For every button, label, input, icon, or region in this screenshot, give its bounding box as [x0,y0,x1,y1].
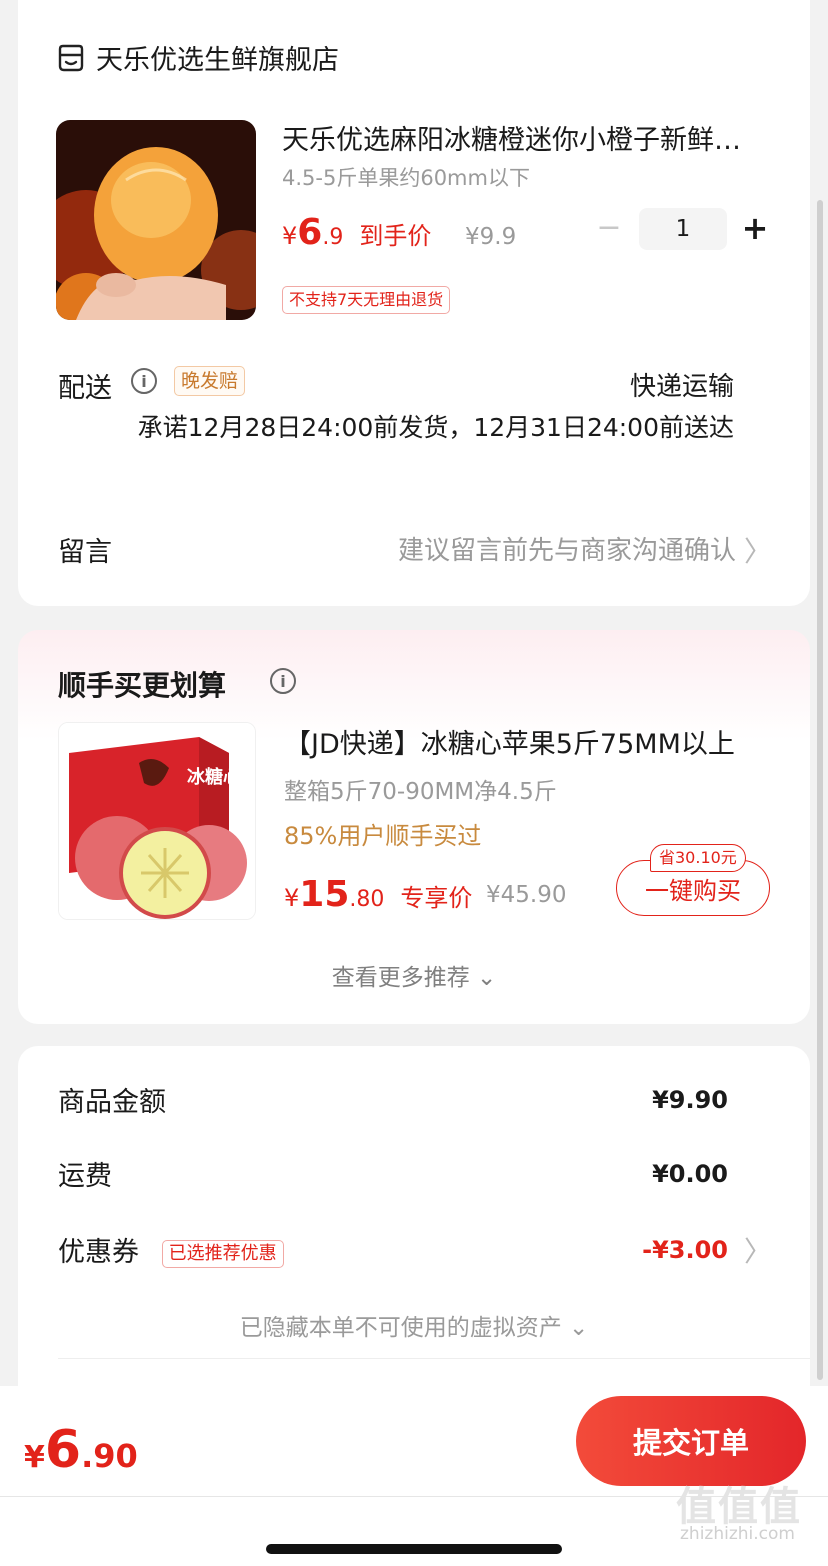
scrollbar[interactable] [817,200,823,1380]
order-card: 天乐优选生鲜旗舰店 天乐优选麻阳冰糖橙迷你小橙子新鲜水果 4.5-5斤单果约60… [18,0,810,606]
watermark-url: zhizhizhi.com [680,1524,795,1544]
coupon-row[interactable]: 优惠券 已选推荐优惠 -¥3.00 [58,1230,728,1269]
divider [58,1358,810,1359]
quantity-plus-button[interactable]: + [740,209,770,247]
price-currency: ¥ [282,222,298,250]
recommend-image[interactable]: 冰糖心 [58,722,256,920]
price-integer: 15 [299,874,350,915]
price-label: 到手价 [359,222,432,250]
submit-order-button[interactable]: 提交订单 [576,1396,806,1486]
recommend-card: 顺手买更划算 i 冰糖心 【JD快递】冰糖心苹果5斤75MM以上 整箱5斤70-… [18,630,810,1024]
total-price: ¥ 6 .90 [24,1420,138,1480]
delivery-method[interactable]: 快递运输 [630,366,734,403]
info-icon[interactable]: i [270,668,296,694]
message-label: 留言 [58,537,112,568]
coupon-tag: 已选推荐优惠 [161,1239,284,1268]
total-decimal: .90 [81,1437,138,1475]
summary-card: 商品金额 ¥9.90 运费 ¥0.00 优惠券 已选推荐优惠 -¥3.00 〉 … [18,1046,810,1406]
late-compensation-tag: 晚发赔 [174,366,246,396]
shipping-row: 运费 ¥0.00 [58,1154,728,1193]
store-icon [58,44,84,71]
quantity-input[interactable]: 1 [639,208,727,250]
goods-amount-row: 商品金额 ¥9.90 [58,1080,728,1119]
total-currency: ¥ [24,1440,45,1475]
recommend-title: 顺手买更划算 [58,669,227,702]
price-decimal: .9 [322,225,344,250]
shipping-value: ¥0.00 [652,1159,728,1188]
more-recommendations-link[interactable]: 查看更多推荐 ⌄ [18,958,810,992]
recommend-name[interactable]: 【JD快递】冰糖心苹果5斤75MM以上 [284,722,764,761]
original-price: ¥45.90 [486,882,567,908]
store-name[interactable]: 天乐优选生鲜旗舰店 [96,38,339,77]
price-currency: ¥ [284,884,300,912]
no-return-tag: 不支持7天无理由退货 [282,286,451,314]
shipping-label: 运费 [58,1161,112,1192]
product-spec[interactable]: 4.5-5斤单果约60mm以下 [282,162,530,192]
coupon-value[interactable]: -¥3.00 [642,1236,728,1264]
product-image[interactable] [56,120,256,320]
save-badge: 省30.10元 [650,844,746,872]
chevron-right-icon: 〉 [743,535,772,568]
product-price: ¥ 6 .9 到手价 [282,212,431,253]
bottom-bar: ¥ 6 .90 提交订单 值值值 zhizhizhi.com [0,1386,828,1566]
price-label: 专享价 [400,884,473,912]
store-header[interactable]: 天乐优选生鲜旗舰店 [56,38,339,77]
total-integer: 6 [44,1420,82,1480]
coupon-label: 优惠券 [58,1237,139,1268]
quantity-minus-button[interactable]: − [594,210,624,245]
price-integer: 6 [297,212,323,253]
hidden-assets-toggle[interactable]: 已隐藏本单不可使用的虚拟资产 ⌄ [18,1308,810,1342]
message-input[interactable]: 建议留言前先与商家沟通确认 [398,530,736,567]
info-icon[interactable]: i [131,368,157,394]
price-decimal: .80 [349,887,385,912]
recommend-spec: 整箱5斤70-90MM净4.5斤 [284,779,557,805]
coupon-label-group: 优惠券 已选推荐优惠 [58,1230,284,1269]
delivery-label: 配送 [58,373,112,404]
recommend-stat: 85%用户顺手买过 [284,822,482,850]
recommend-price: ¥ 15 .80 专享价 [284,874,472,915]
home-indicator [266,1544,562,1554]
goods-amount-label: 商品金额 [58,1087,166,1118]
box-text: 冰糖心 [187,766,241,788]
original-price: ¥9.9 [465,224,517,250]
chevron-right-icon: 〉 [743,1235,772,1268]
product-title[interactable]: 天乐优选麻阳冰糖橙迷你小橙子新鲜水果 [282,118,762,157]
goods-amount-value: ¥9.90 [652,1085,728,1114]
delivery-promise: 承诺12月28日24:00前发货，12月31日24:00前送达 [137,413,734,442]
